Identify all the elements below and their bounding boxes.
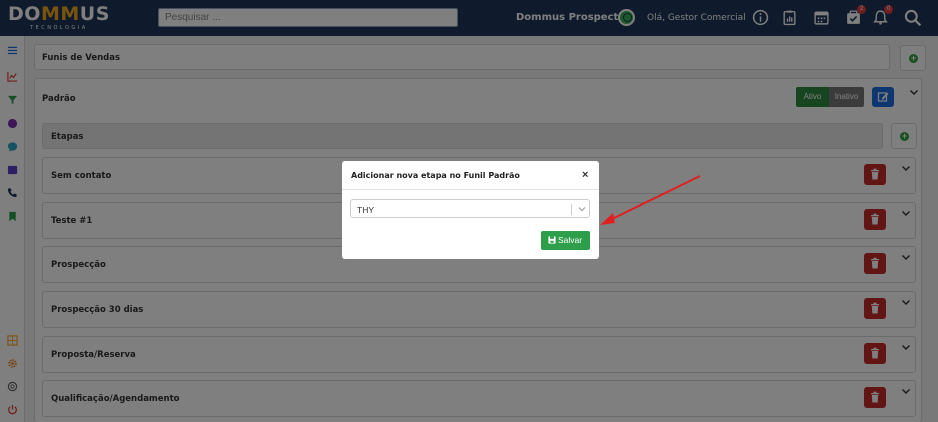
modal-divider <box>342 189 599 190</box>
stage-select[interactable]: THY <box>350 199 590 218</box>
add-stage-modal: Adicionar nova etapa no Funil Padrão × T… <box>342 161 599 259</box>
select-divider <box>571 204 572 215</box>
annotation-arrow-icon <box>600 175 701 225</box>
modal-title: Adicionar nova etapa no Funil Padrão <box>351 171 520 180</box>
chevron-down-icon[interactable] <box>577 204 587 214</box>
save-label: Salvar <box>558 235 583 245</box>
save-button[interactable]: Salvar <box>541 231 590 250</box>
stage-select-value: THY <box>357 205 374 215</box>
close-icon[interactable]: × <box>582 169 588 181</box>
save-icon <box>548 236 556 244</box>
